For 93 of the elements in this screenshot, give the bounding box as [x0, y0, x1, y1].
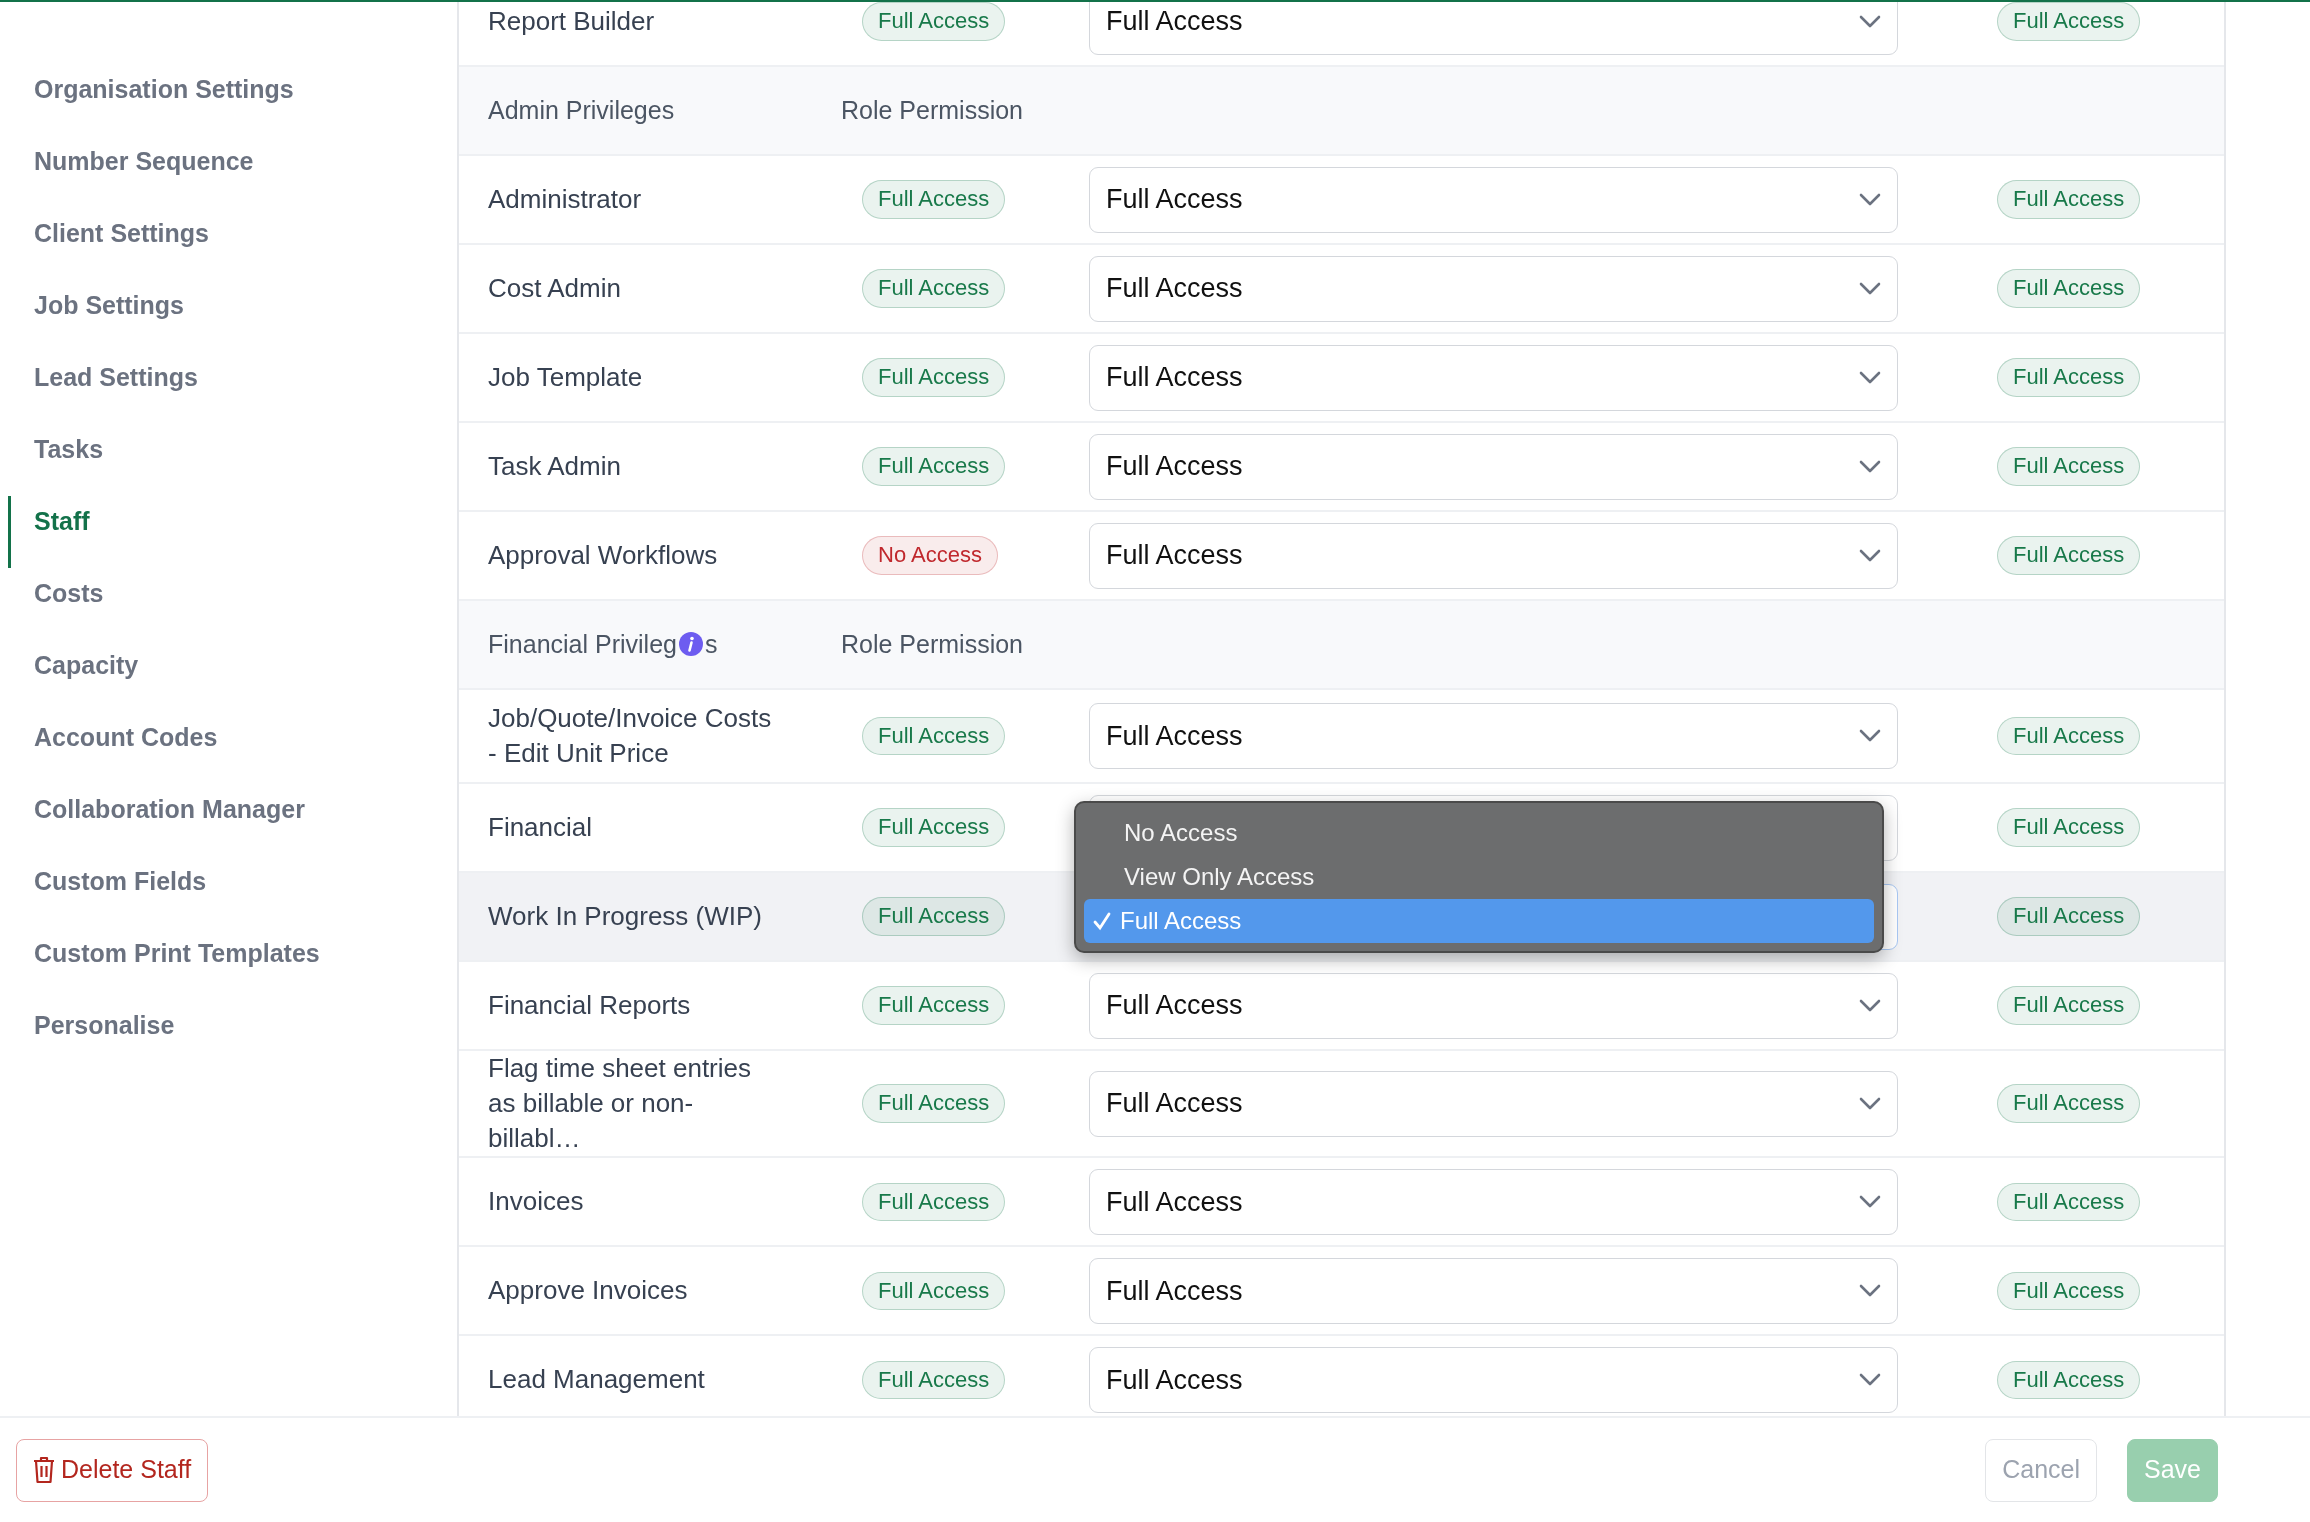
sidebar-item[interactable]: Personalise: [8, 1000, 457, 1072]
sidebar-item[interactable]: Job Settings: [8, 280, 457, 352]
access-badge: Full Access: [1997, 1271, 2141, 1310]
section-title: s: [704, 629, 718, 658]
chevron-down-icon: [1859, 14, 1881, 29]
permission-name: Approve Invoices: [488, 1274, 689, 1308]
access-badge: Full Access: [1997, 986, 2141, 1025]
permission-name: Report Builder: [488, 4, 656, 38]
access-badge: Full Access: [1997, 536, 2141, 575]
chevron-down-icon: [1859, 192, 1881, 207]
permission-select[interactable]: Full Access: [1089, 255, 1898, 322]
access-badge: Full Access: [862, 986, 1006, 1025]
permission-name: Work In Progress (WIP): [488, 899, 763, 933]
access-badge: Full Access: [1997, 716, 2141, 756]
chevron-down-icon: [1859, 1372, 1881, 1387]
access-badge: Full Access: [862, 180, 1006, 219]
sidebar-item[interactable]: Number Sequence: [8, 136, 457, 208]
access-badge: Full Access: [862, 1182, 1006, 1221]
permission-select[interactable]: Full Access: [1089, 522, 1898, 589]
access-badge: Full Access: [1997, 808, 2141, 847]
sidebar-item[interactable]: Custom Print Templates: [8, 928, 457, 1000]
sidebar-item[interactable]: Organisation Settings: [8, 64, 457, 136]
access-badge: Full Access: [1997, 358, 2141, 397]
permission-select[interactable]: Full Access: [1089, 2, 1898, 55]
permission-select[interactable]: Full Access: [1089, 166, 1898, 233]
trash-icon: [33, 1456, 55, 1484]
permission-name: Administrator: [488, 182, 643, 216]
sidebar-item[interactable]: Collaboration Manager: [8, 784, 457, 856]
permission-name: Lead Management: [488, 1363, 706, 1397]
permission-select[interactable]: Full Access: [1089, 703, 1898, 769]
permission-name: Job Template: [488, 360, 644, 394]
sidebar-item[interactable]: Lead Settings: [8, 352, 457, 424]
access-badge: Full Access: [862, 1084, 1006, 1123]
chevron-down-icon: [1859, 729, 1881, 743]
permission-name: Job/Quote/Invoice Costs - Edit Unit Price: [488, 701, 773, 770]
chevron-down-icon: [1859, 998, 1881, 1013]
permission-select[interactable]: Full Access: [1089, 433, 1898, 500]
access-badge: Full Access: [1997, 269, 2141, 308]
check-icon: [1092, 911, 1112, 931]
access-badge: Full Access: [1997, 1182, 2141, 1221]
sidebar-item[interactable]: Tasks: [8, 424, 457, 496]
permission-select[interactable]: Full Access: [1089, 344, 1898, 411]
column-header: Role Permission: [841, 94, 1024, 126]
section-title: Admin Privileges: [488, 95, 675, 124]
sidebar-item[interactable]: Staff: [8, 496, 457, 568]
menu-option[interactable]: No Access: [1084, 811, 1874, 855]
chevron-down-icon: [1859, 1096, 1881, 1111]
sidebar-item[interactable]: Account Codes: [8, 712, 457, 784]
access-badge: Full Access: [862, 1271, 1006, 1310]
column-header: Role Permission: [841, 628, 1024, 660]
access-badge: Full Access: [1997, 447, 2141, 486]
info-icon[interactable]: [678, 631, 703, 656]
permission-name: Task Admin: [488, 449, 622, 483]
sidebar-item[interactable]: Client Settings: [8, 208, 457, 280]
chevron-down-icon: [1859, 548, 1881, 563]
permission-select[interactable]: Full Access: [1089, 1257, 1898, 1324]
permission-name: Financial Reports: [488, 988, 692, 1022]
sidebar-item[interactable]: Capacity: [8, 640, 457, 712]
access-badge: Full Access: [862, 808, 1006, 847]
chevron-down-icon: [1859, 1283, 1881, 1298]
section-title: Financial Privileg: [488, 629, 677, 658]
delete-button[interactable]: Delete Staff: [16, 1438, 209, 1502]
sidebar-item[interactable]: Costs: [8, 568, 457, 640]
access-badge: Full Access: [862, 447, 1006, 486]
cancel-button[interactable]: Cancel: [1985, 1438, 2097, 1502]
chevron-down-icon: [1859, 370, 1881, 385]
chevron-down-icon: [1859, 459, 1881, 474]
menu-option[interactable]: Full Access: [1084, 899, 1874, 943]
permission-name: Approval Workflows: [488, 538, 719, 572]
access-badge: Full Access: [862, 1360, 1006, 1399]
permission-select[interactable]: Full Access: [1089, 1168, 1898, 1235]
chevron-down-icon: [1859, 1194, 1881, 1209]
access-badge: Full Access: [1997, 1360, 2141, 1399]
chevron-down-icon: [1859, 281, 1881, 296]
permission-select[interactable]: Full Access: [1089, 1346, 1898, 1413]
access-badge: Full Access: [1997, 2, 2141, 41]
access-badge: Full Access: [862, 897, 1006, 936]
sidebar-item[interactable]: Custom Fields: [8, 856, 457, 928]
permission-name: Invoices: [488, 1185, 585, 1219]
permission-select[interactable]: Full Access: [1089, 1070, 1898, 1137]
access-badge: Full Access: [862, 269, 1006, 308]
permission-name: Cost Admin: [488, 271, 622, 305]
access-badge: Full Access: [862, 2, 1006, 41]
access-badge: Full Access: [1997, 897, 2141, 936]
permission-select[interactable]: Full Access: [1089, 972, 1898, 1039]
access-badge: No Access: [862, 536, 998, 575]
access-badge: Full Access: [862, 358, 1006, 397]
access-badge: Full Access: [1997, 1084, 2141, 1123]
permission-name: Flag time sheet entries as billable or non-billabl…: [488, 1052, 752, 1156]
permission-name: Financial: [488, 810, 594, 844]
access-badge: Full Access: [862, 716, 1006, 756]
access-badge: Full Access: [1997, 180, 2141, 219]
menu-option[interactable]: View Only Access: [1084, 855, 1874, 899]
